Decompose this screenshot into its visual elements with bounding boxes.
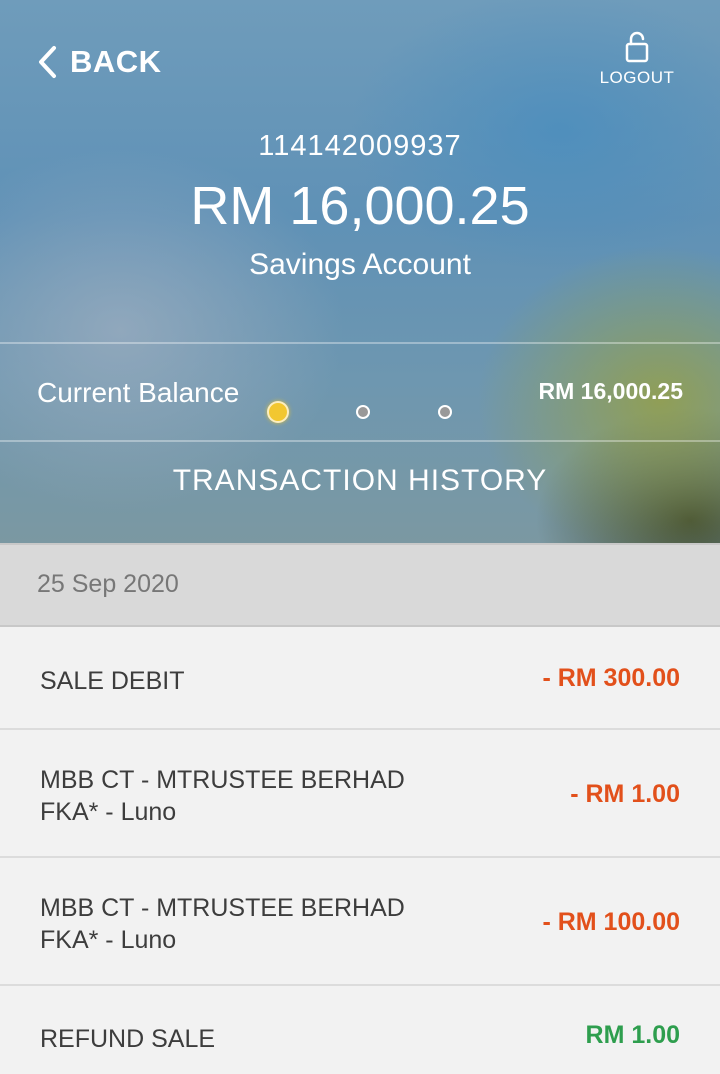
- account-header: BACK LOGOUT 114142009937 RM 16,000.25 Sa…: [0, 0, 720, 543]
- logout-button[interactable]: LOGOUT: [590, 30, 684, 88]
- divider-bottom: [0, 440, 720, 442]
- back-button[interactable]: BACK: [36, 44, 162, 80]
- account-type: Savings Account: [249, 248, 471, 281]
- chevron-left-icon: [39, 46, 56, 78]
- transaction-description-line1: REFUND SALE: [40, 1025, 216, 1053]
- pager-dot[interactable]: [356, 405, 370, 419]
- transaction-amount: - RM 300.00: [542, 664, 680, 692]
- unlocked-padlock-icon: [625, 31, 649, 63]
- transaction-amount: RM 1.00: [585, 1021, 680, 1049]
- account-number: 114142009937: [258, 130, 462, 162]
- transaction-description-line1: SALE DEBIT: [40, 667, 185, 695]
- transaction-description: REFUND SALE: [40, 1023, 215, 1055]
- transaction-row[interactable]: REFUND SALE RM 1.00: [0, 986, 720, 1074]
- current-balance-label: Current Balance: [37, 377, 240, 408]
- transaction-row[interactable]: MBB CT - MTRUSTEE BERHAD FKA* - Luno - R…: [0, 858, 720, 986]
- back-label: BACK: [70, 44, 162, 79]
- transaction-date: 25 Sep 2020: [37, 570, 179, 598]
- logout-label: LOGOUT: [599, 68, 675, 87]
- transaction-amount: - RM 1.00: [570, 780, 680, 808]
- transaction-amount: - RM 100.00: [542, 908, 680, 936]
- transaction-date-header: 25 Sep 2020: [0, 543, 720, 627]
- transaction-description: MBB CT - MTRUSTEE BERHAD FKA* - Luno: [40, 892, 405, 956]
- transaction-description-line1: MBB CT - MTRUSTEE BERHAD: [40, 894, 405, 922]
- transaction-description-line2: FKA* - Luno: [40, 798, 177, 826]
- current-balance-value: RM 16,000.25: [538, 378, 683, 404]
- transaction-description-line1: MBB CT - MTRUSTEE BERHAD: [40, 766, 405, 794]
- pager-dot[interactable]: [438, 405, 452, 419]
- transaction-description: MBB CT - MTRUSTEE BERHAD FKA* - Luno: [40, 764, 405, 828]
- transaction-history-tab[interactable]: TRANSACTION HISTORY: [0, 464, 720, 498]
- transaction-description: SALE DEBIT: [40, 665, 185, 697]
- transaction-row[interactable]: MBB CT - MTRUSTEE BERHAD FKA* - Luno - R…: [0, 730, 720, 858]
- account-amount: RM 16,000.25: [190, 176, 530, 236]
- transaction-row[interactable]: SALE DEBIT - RM 300.00: [0, 627, 720, 730]
- pager-dot-active[interactable]: [267, 401, 289, 423]
- transaction-description-line2: FKA* - Luno: [40, 926, 177, 954]
- divider-top: [0, 342, 720, 344]
